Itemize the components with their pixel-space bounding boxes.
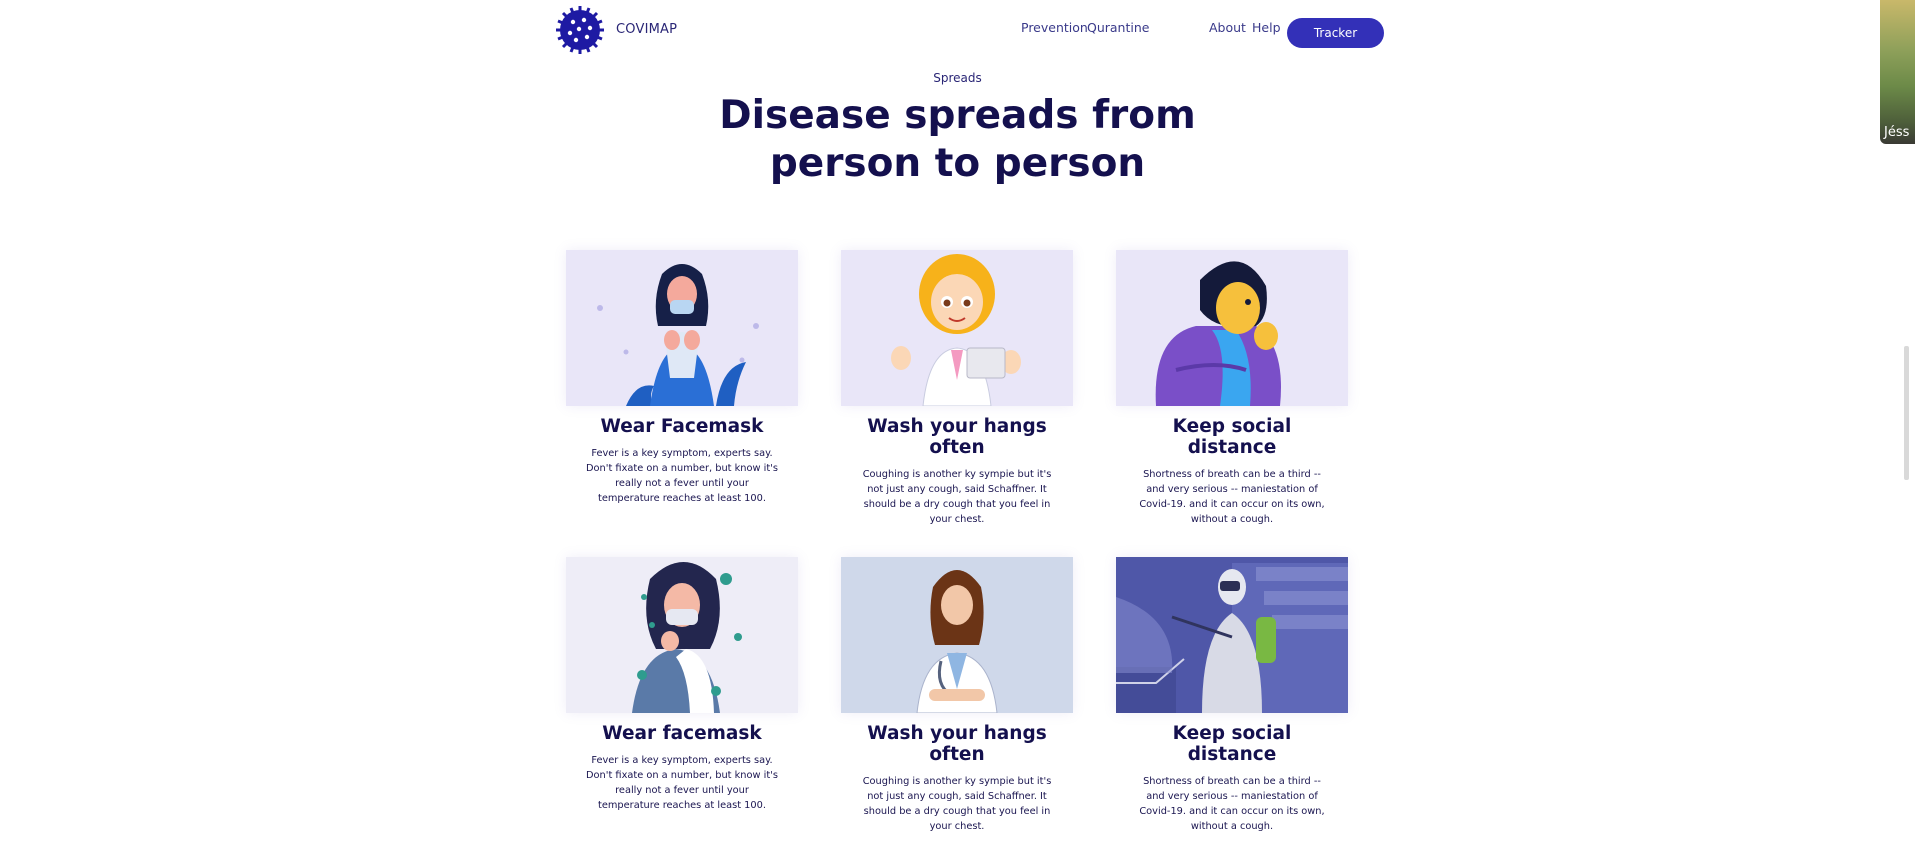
nav-link-quarantine[interactable]: Qurantine bbox=[1087, 20, 1149, 35]
woman-sneezing-illustration bbox=[566, 250, 798, 406]
card-text: Fever is a key symptom, experts say. Don… bbox=[586, 448, 778, 504]
card-title: Wear Facemask bbox=[600, 416, 764, 437]
video-thumbnail[interactable]: Jéss bbox=[1880, 0, 1915, 144]
video-thumbnail-label: Jéss bbox=[1884, 125, 1910, 140]
headline-line-2: person to person bbox=[769, 141, 1146, 186]
prevention-card: Keep social distance Shortness of breath… bbox=[1116, 557, 1348, 834]
nav-link-about[interactable]: About bbox=[1209, 20, 1246, 35]
card-illustration bbox=[1116, 250, 1348, 406]
card-title: Wash your hangs often bbox=[867, 416, 1047, 458]
card-illustration bbox=[566, 557, 798, 713]
nav-link-prevention[interactable]: Prevention bbox=[1021, 20, 1088, 35]
brand-name[interactable]: COVIMAP bbox=[616, 22, 677, 37]
card-title: Wash your hangs often bbox=[867, 723, 1047, 765]
card-illustration bbox=[566, 250, 798, 406]
scrollbar-thumb[interactable] bbox=[1904, 346, 1909, 480]
section-headline: Disease spreads from person to person bbox=[0, 92, 1915, 188]
card-title: Keep social distance bbox=[1172, 416, 1292, 458]
card-text: Coughing is another ky sympie but it's n… bbox=[862, 469, 1052, 525]
woman-mask-virus-illustration bbox=[566, 557, 798, 713]
card-illustration bbox=[841, 557, 1073, 713]
prevention-card: Wash your hangs often Coughing is anothe… bbox=[841, 557, 1073, 834]
nav-link-help[interactable]: Help bbox=[1252, 20, 1281, 35]
disinfection-worker-illustration bbox=[1116, 557, 1348, 713]
card-text: Fever is a key symptom, experts say. Don… bbox=[586, 755, 778, 811]
card-text: Coughing is another ky sympie but it's n… bbox=[862, 776, 1052, 832]
card-illustration bbox=[1116, 557, 1348, 713]
tracker-button[interactable]: Tracker bbox=[1287, 18, 1384, 48]
card-title: Keep social distance bbox=[1172, 723, 1292, 765]
card-illustration bbox=[841, 250, 1073, 406]
card-text: Shortness of breath can be a third -- an… bbox=[1139, 776, 1325, 832]
card-title: Wear facemask bbox=[602, 723, 762, 744]
prevention-card: Wash your hangs often Coughing is anothe… bbox=[841, 250, 1073, 527]
prevention-card: Keep social distance Shortness of breath… bbox=[1116, 250, 1348, 527]
card-text: Shortness of breath can be a third -- an… bbox=[1139, 469, 1325, 525]
section-eyebrow: Spreads bbox=[933, 71, 982, 85]
female-doctor-illustration bbox=[841, 557, 1073, 713]
virus-logo-icon[interactable] bbox=[554, 4, 606, 56]
person-coughing-illustration bbox=[1116, 250, 1348, 406]
prevention-card: Wear Facemask Fever is a key symptom, ex… bbox=[566, 250, 798, 506]
prevention-card: Wear facemask Fever is a key symptom, ex… bbox=[566, 557, 798, 813]
headline-line-1: Disease spreads from bbox=[719, 93, 1196, 138]
doctor-girl-illustration bbox=[841, 250, 1073, 406]
